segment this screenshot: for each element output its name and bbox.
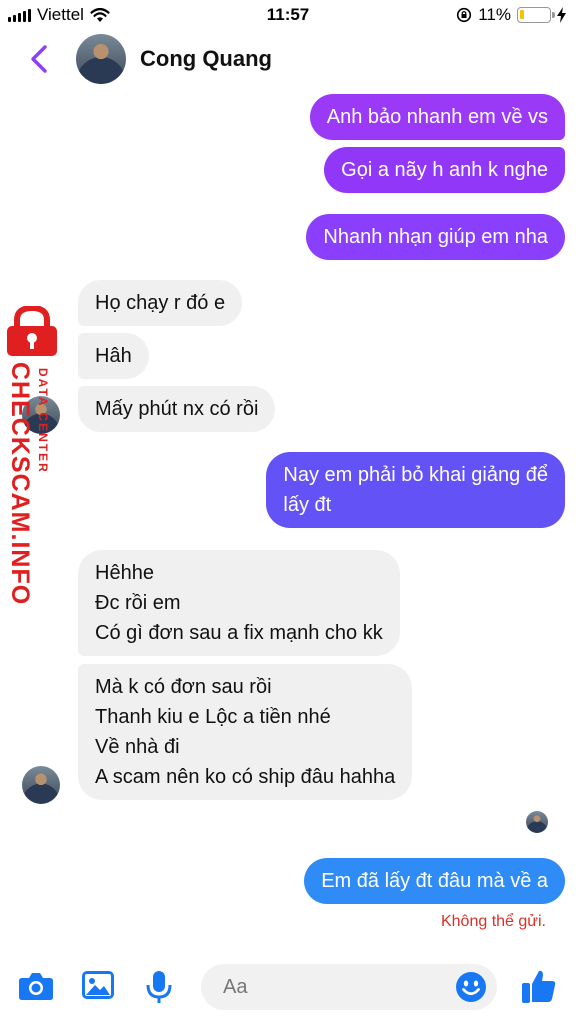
outgoing-message[interactable]: Anh bảo nhanh em về vs <box>309 94 565 140</box>
message-line: Có gì đơn sau a fix mạnh cho kk <box>95 622 383 644</box>
orientation-lock-icon <box>457 7 472 23</box>
message-text: Gọi a nãy h anh k nghe <box>341 159 548 181</box>
charging-icon <box>557 7 566 23</box>
message-line: lấy đt <box>283 494 332 516</box>
contact-name[interactable]: Cong Quang <box>140 46 272 72</box>
message-line: Nay em phải bỏ khai giảng để <box>283 464 548 486</box>
watermark-text: CHECKSCAM.INFO <box>6 362 34 606</box>
thumbs-up-icon[interactable] <box>521 968 557 1004</box>
chat-header: Cong Quang <box>0 30 576 88</box>
message-text: Họ chạy r đó e <box>95 292 226 314</box>
incoming-message[interactable]: Hâh <box>78 333 149 379</box>
message-line: Mà k có đơn sau rồi <box>95 676 272 698</box>
lock-icon <box>7 306 57 356</box>
outgoing-message[interactable]: Nay em phải bỏ khai giảng để lấy đt <box>266 452 565 528</box>
incoming-message[interactable]: Mà k có đơn sau rồi Thanh kiu e Lộc a ti… <box>78 664 413 800</box>
message-line: Đc rồi em <box>95 592 181 614</box>
back-chevron-icon[interactable] <box>30 44 48 74</box>
message-line: Hêhhe <box>95 562 154 584</box>
message-line: Thanh kiu e Lộc a tiền nhé <box>95 706 331 728</box>
outgoing-message[interactable]: Gọi a nãy h anh k nghe <box>324 147 565 193</box>
incoming-message[interactable]: Mấy phút nx có rồi <box>78 386 276 432</box>
message-line: A scam nên ko có ship đâu hahha <box>95 766 396 788</box>
microphone-icon[interactable] <box>146 970 172 1004</box>
photo-icon[interactable] <box>81 970 115 1000</box>
status-bar: Viettel 11:57 11% <box>0 0 576 30</box>
send-failed-note[interactable]: Không thể gửi. <box>441 913 546 931</box>
message-composer: Aa <box>0 960 576 1024</box>
battery-icon <box>517 7 555 23</box>
input-placeholder: Aa <box>223 976 248 998</box>
read-receipt-avatar <box>526 811 548 833</box>
outgoing-message[interactable]: Nhanh nhạn giúp em nha <box>306 214 565 260</box>
message-input[interactable]: Aa <box>201 964 497 1010</box>
message-text: Anh bảo nhanh em về vs <box>326 106 548 128</box>
message-text: Em đã lấy đt đâu mà về a <box>321 870 548 892</box>
emoji-icon[interactable] <box>455 971 487 1003</box>
message-text: Hâh <box>95 345 132 367</box>
message-line: Về nhà đi <box>95 736 180 758</box>
watermark-subtext: DATA CENTER <box>36 368 50 474</box>
message-text: Mấy phút nx có rồi <box>95 398 259 420</box>
incoming-message[interactable]: Hêhhe Đc rồi em Có gì đơn sau a fix mạnh… <box>78 550 400 656</box>
incoming-message[interactable]: Họ chạy r đó e <box>78 280 243 326</box>
battery-percent: 11% <box>478 5 511 24</box>
status-right: 11% <box>456 5 566 25</box>
camera-icon[interactable] <box>18 970 54 1002</box>
outgoing-message[interactable]: Em đã lấy đt đâu mà về a <box>304 858 565 904</box>
message-text: Nhanh nhạn giúp em nha <box>323 226 548 248</box>
contact-avatar[interactable] <box>76 34 126 84</box>
sender-avatar[interactable] <box>22 766 60 804</box>
